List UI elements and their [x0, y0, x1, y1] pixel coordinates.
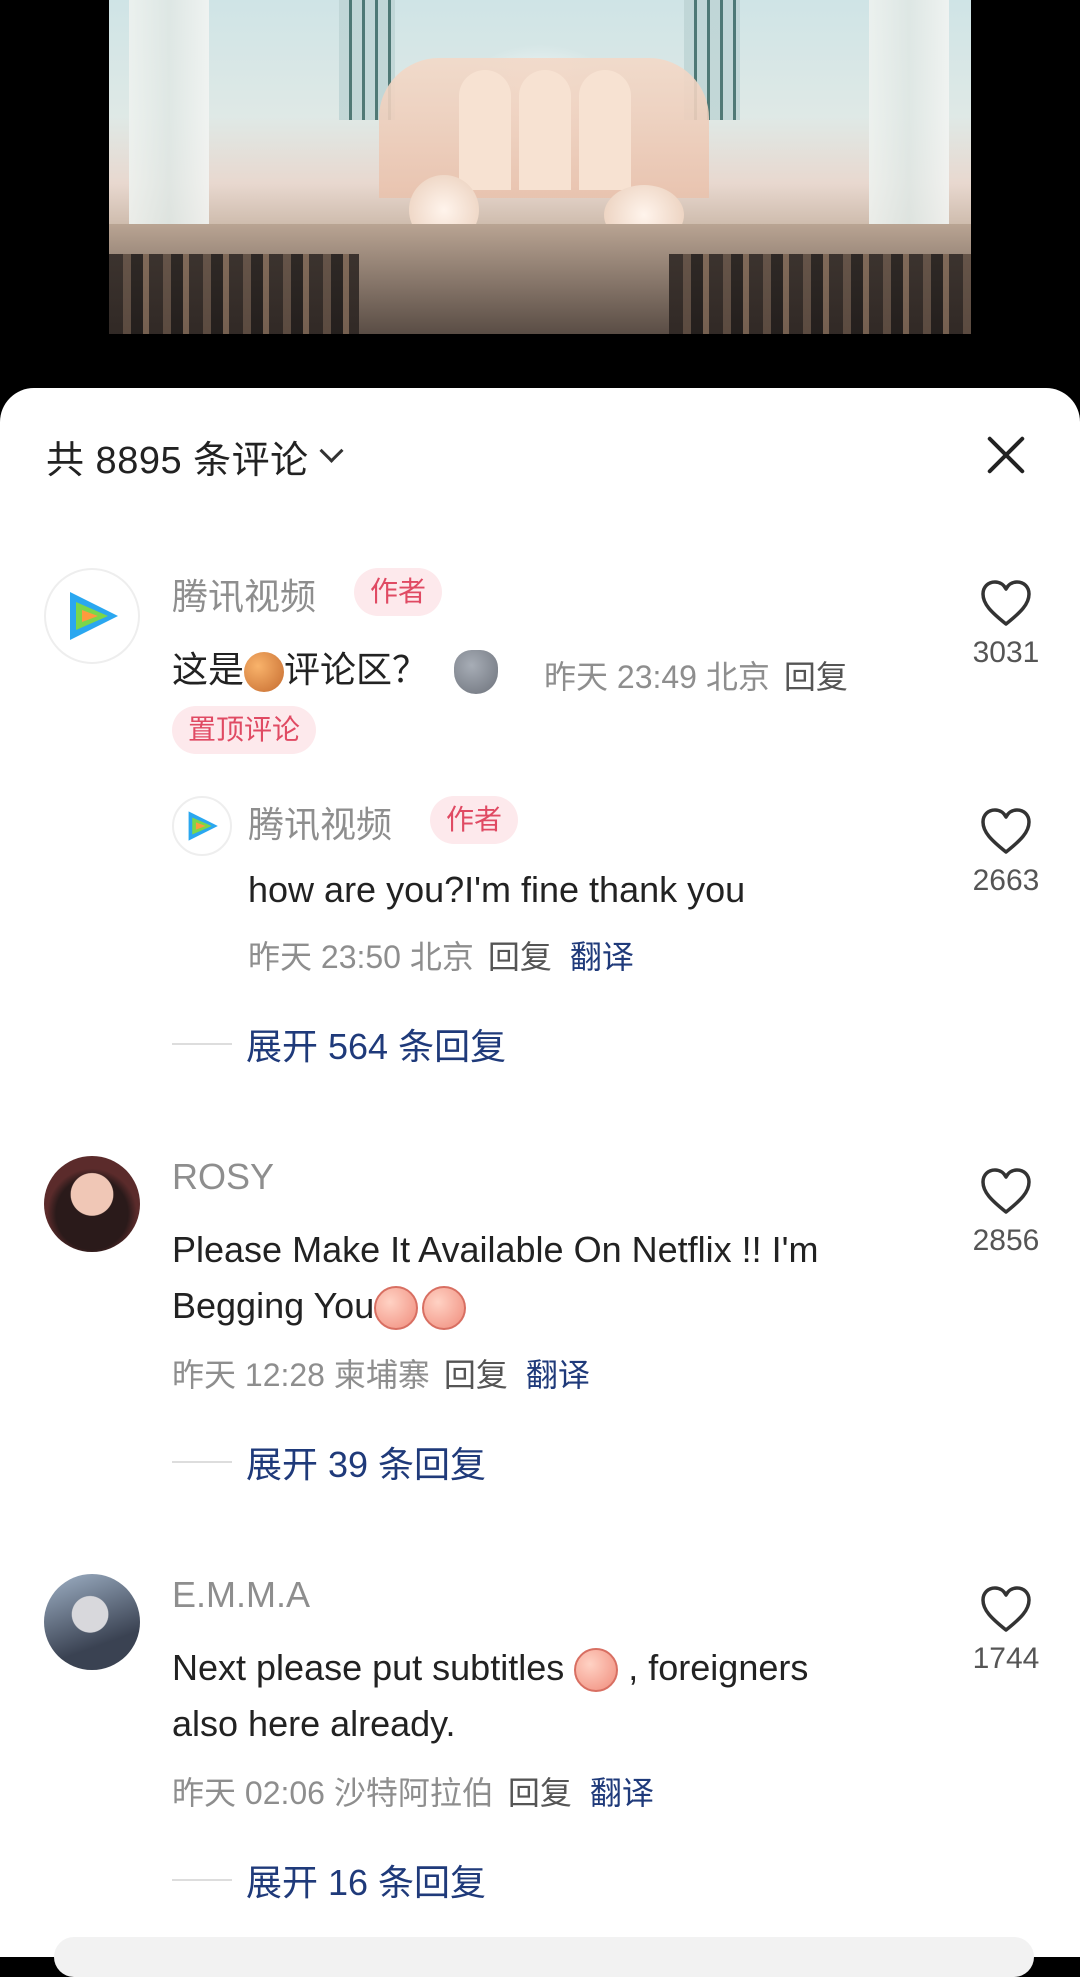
- like-count: 1744: [972, 1642, 1040, 1675]
- like-count: 2663: [972, 864, 1040, 897]
- pleading-pig-emoji-icon: [574, 1648, 619, 1693]
- avatar[interactable]: [172, 796, 232, 856]
- video-frame[interactable]: [109, 0, 971, 334]
- comment-author-name[interactable]: ROSY: [172, 1156, 274, 1198]
- comment-text-part: , foreigners: [628, 1647, 809, 1688]
- chevron-down-icon: [319, 438, 344, 463]
- author-badge: 作者: [354, 568, 443, 616]
- heart-outline-icon: [981, 1168, 1031, 1214]
- comment-text: Next please put subtitles , foreigners a…: [172, 1640, 808, 1752]
- tencent-video-logo-icon: [188, 811, 218, 841]
- heart-outline-icon: [981, 808, 1031, 854]
- comment-text: Please Make It Available On Netflix !! I…: [172, 1222, 819, 1334]
- like-button[interactable]: 2663: [966, 806, 1046, 898]
- divider: [172, 1461, 232, 1463]
- sweet-potato-emoji-icon: [244, 652, 285, 693]
- comment-text-line: Begging You: [172, 1278, 819, 1334]
- expand-replies-button[interactable]: 展开 39 条回复: [172, 1436, 486, 1488]
- comment-meta: 昨天 02:06 沙特阿拉伯 回复 翻译: [172, 1768, 654, 1814]
- comment-text-part: 这是: [172, 649, 245, 690]
- comment-text-line: Please Make It Available On Netflix !! I…: [172, 1229, 819, 1270]
- avatar[interactable]: [44, 1574, 140, 1670]
- heart-outline-icon: [981, 1586, 1031, 1632]
- comment-input-bar[interactable]: [54, 1937, 1034, 1977]
- like-count: 2856: [972, 1224, 1040, 1257]
- video-arch-1: [459, 70, 511, 190]
- video-crowd-left: [109, 254, 359, 334]
- video-arch-3: [579, 70, 631, 190]
- expand-replies-label: 展开 39 条回复: [246, 1444, 487, 1485]
- avatar[interactable]: [44, 568, 140, 664]
- comment-text: 这是 评论区？: [172, 642, 499, 698]
- translate-button[interactable]: 翻译: [526, 1357, 590, 1393]
- video-arch-2: [519, 70, 571, 190]
- comment-text-line: Next please put subtitles , foreigners: [172, 1640, 808, 1696]
- heart-outline-icon: [981, 580, 1031, 626]
- comment-text-part: 评论区？: [284, 649, 429, 690]
- video-crowd-right: [669, 254, 971, 334]
- like-button[interactable]: 2856: [966, 1166, 1046, 1258]
- pleading-pig-emoji-icon: [374, 1286, 419, 1331]
- tencent-video-logo-icon: [70, 592, 118, 640]
- comment-meta: 昨天 12:28 柬埔寨 回复 翻译: [172, 1350, 590, 1396]
- expand-replies-button[interactable]: 展开 16 条回复: [172, 1854, 486, 1906]
- comment-text-part: Next please put subtitles: [172, 1647, 565, 1688]
- comment-meta: 昨天 23:49 北京 回复: [544, 652, 848, 698]
- reply-button[interactable]: 回复: [488, 939, 552, 975]
- comment-meta: 昨天 23:50 北京 回复 翻译: [248, 932, 634, 978]
- translate-button[interactable]: 翻译: [590, 1775, 654, 1811]
- comment-author-name[interactable]: 腾讯视频: [248, 796, 392, 848]
- expand-replies-label: 展开 564 条回复: [246, 1026, 507, 1067]
- like-button[interactable]: 1744: [966, 1584, 1046, 1676]
- author-badge: 作者: [430, 796, 519, 844]
- money-bag-emoji-icon: [454, 650, 499, 695]
- comment-sheet: 共 8895 条评论 腾讯视频 作者 这是 评论区？ 昨天 23:49 北京 回复 …: [0, 388, 1080, 1977]
- comment-author-name[interactable]: E.M.M.A: [172, 1574, 310, 1616]
- expand-replies-label: 展开 16 条回复: [246, 1862, 487, 1903]
- comment-time: 昨天 23:50 北京: [248, 939, 474, 975]
- reply-button[interactable]: 回复: [784, 659, 848, 695]
- comment-time: 昨天 12:28 柬埔寨: [172, 1357, 430, 1393]
- reply-button[interactable]: 回复: [508, 1775, 572, 1811]
- comment-text-part: Begging You: [172, 1285, 375, 1326]
- expand-replies-button[interactable]: 展开 564 条回复: [172, 1018, 506, 1070]
- comment-author-name[interactable]: 腾讯视频: [172, 568, 316, 620]
- pleading-pig-emoji-icon: [422, 1286, 467, 1331]
- like-count: 3031: [972, 636, 1040, 669]
- divider: [172, 1879, 232, 1881]
- video-player[interactable]: [0, 0, 1080, 390]
- comment-text-line: also here already.: [172, 1703, 456, 1744]
- translate-button[interactable]: 翻译: [570, 939, 634, 975]
- reply-button[interactable]: 回复: [444, 1357, 508, 1393]
- comment-time: 昨天 23:49 北京: [544, 659, 770, 695]
- avatar[interactable]: [44, 1156, 140, 1252]
- comment-count-header[interactable]: 共 8895 条评论: [46, 428, 344, 484]
- pinned-comment-badge: 置顶评论: [172, 706, 317, 754]
- divider: [172, 1043, 232, 1045]
- close-icon[interactable]: [984, 432, 1028, 476]
- like-button[interactable]: 3031: [966, 578, 1046, 670]
- comment-time: 昨天 02:06 沙特阿拉伯: [172, 1775, 494, 1811]
- comment-count-title: 共 8895 条评论: [46, 439, 309, 482]
- comment-text: how are you?I'm fine thank you: [248, 869, 746, 910]
